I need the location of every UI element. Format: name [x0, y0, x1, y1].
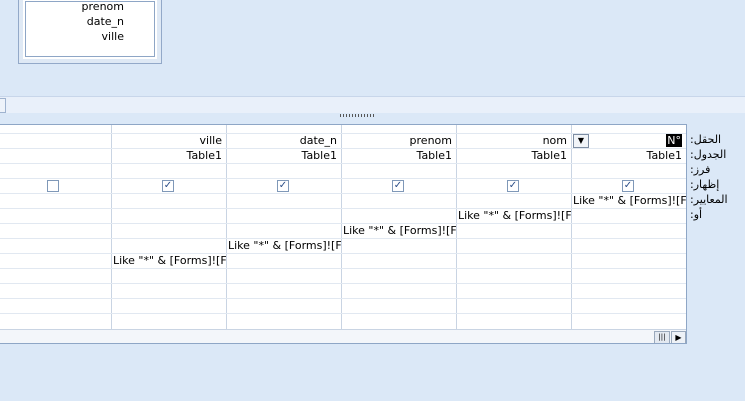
grid-row-line [0, 313, 686, 314]
pane-splitter[interactable] [0, 113, 745, 119]
check-icon: ✓ [508, 180, 518, 191]
table-cell[interactable]: Table1 [457, 148, 570, 163]
grid-row-line [0, 268, 686, 269]
scroll-left-button[interactable] [0, 98, 6, 113]
criteria-cell[interactable]: Like "*" & [Forms]![Forı [572, 193, 686, 208]
query-table-pane: prenom date_n ville [0, 0, 745, 95]
row-label-sort: فرز: [690, 163, 711, 176]
or-criteria-cell[interactable]: Like "*" & [Forms]![Forı [112, 253, 226, 268]
field-cell[interactable]: nom [457, 133, 570, 148]
grid-row-line [0, 283, 686, 284]
or-criteria-cell[interactable]: Like "*" & [Forms]![Forı [227, 238, 341, 253]
query-design-grid[interactable]: N° ▼ nom prenom date_n ville Table1 Tabl… [0, 124, 687, 344]
table-cell[interactable]: Table1 [112, 148, 225, 163]
field-list-item[interactable]: date_n [87, 15, 124, 29]
row-label-field: الحقل: [690, 133, 722, 146]
table1-field-list[interactable]: prenom date_n ville [18, 0, 162, 64]
table-cell[interactable]: Table1 [227, 148, 340, 163]
grid-row-line [0, 178, 686, 179]
or-criteria-cell[interactable]: Like "*" & [Forms]![Forı [342, 223, 456, 238]
row-label-show: إظهار: [690, 178, 720, 191]
row-label-table: الجدول: [690, 148, 727, 161]
show-checkbox[interactable]: ✓ [622, 180, 634, 192]
table-pane-scrollbar[interactable] [0, 96, 745, 114]
show-checkbox[interactable]: ✓ [507, 180, 519, 192]
or-criteria-cell[interactable]: Like "*" & [Forms]![Forı [457, 208, 571, 223]
field-cell[interactable]: date_n [227, 133, 340, 148]
splitter-grip-icon[interactable] [340, 114, 376, 117]
grid-row-line [0, 298, 686, 299]
grid-row-line [0, 253, 686, 254]
table-cell[interactable]: Table1 [342, 148, 455, 163]
scroll-thumb-icon[interactable]: ||| [654, 331, 670, 343]
grid-row-line [0, 163, 686, 164]
field-cell[interactable]: ville [112, 133, 225, 148]
field-list-item[interactable]: ville [102, 30, 124, 44]
field-cell[interactable]: prenom [342, 133, 455, 148]
check-icon: ✓ [623, 180, 633, 191]
grid-row-line [0, 208, 686, 209]
show-checkbox[interactable]: ✓ [162, 180, 174, 192]
grid-horizontal-scrollbar[interactable]: ||| ▶ [0, 329, 686, 343]
check-icon: ✓ [163, 180, 173, 191]
check-icon: ✓ [278, 180, 288, 191]
check-icon: ✓ [393, 180, 403, 191]
table-cell[interactable]: Table1 [572, 148, 685, 163]
arrow-right-icon[interactable]: ▶ [671, 331, 686, 343]
field-list-item[interactable]: prenom [82, 0, 124, 14]
show-checkbox[interactable]: ✓ [277, 180, 289, 192]
row-label-criteria: المعايير: [690, 193, 728, 206]
field-cell-value: N° [666, 134, 682, 147]
chevron-down-icon[interactable]: ▼ [573, 134, 589, 148]
field-list-box: prenom date_n ville [25, 0, 155, 57]
show-checkbox[interactable] [47, 180, 59, 192]
show-checkbox[interactable]: ✓ [392, 180, 404, 192]
grid-row-line [0, 238, 686, 239]
row-label-or: أو: [690, 208, 703, 221]
